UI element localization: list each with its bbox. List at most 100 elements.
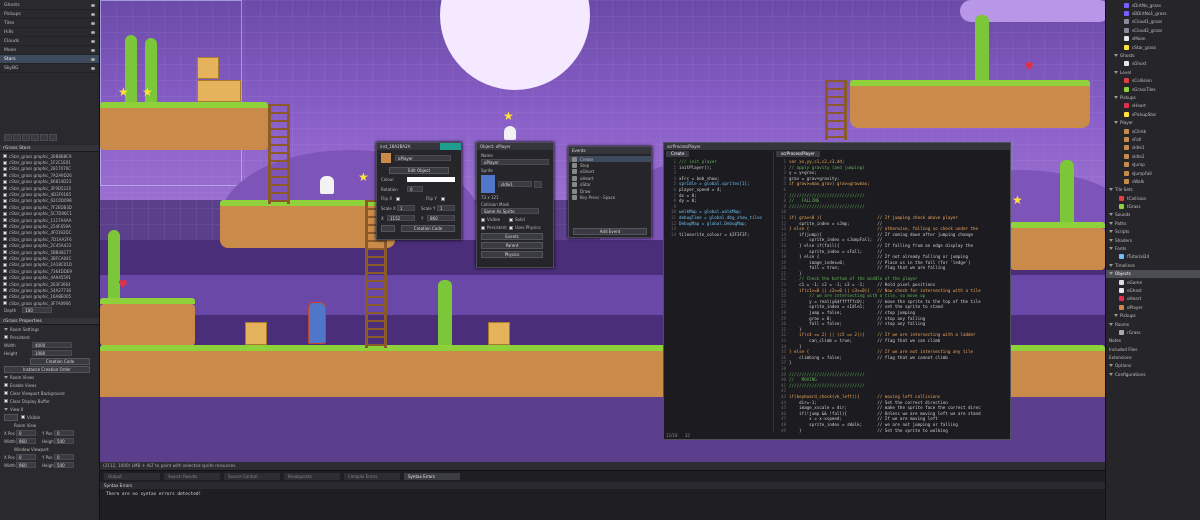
instance-visible-checkbox[interactable] <box>3 256 7 261</box>
instance-visible-checkbox[interactable] <box>3 294 7 299</box>
asset-item[interactable]: Shaders <box>1106 236 1200 244</box>
asset-item[interactable]: sIdle2 <box>1106 152 1200 160</box>
asset-item[interactable]: Rooms <box>1106 320 1200 328</box>
room-width-field[interactable]: 4000 <box>32 342 72 349</box>
expand-caret-icon[interactable] <box>1109 188 1113 192</box>
port-xpos-field[interactable]: 0 <box>16 454 36 461</box>
instance-visible-checkbox[interactable] <box>3 192 7 197</box>
instance-visible-checkbox[interactable] <box>3 224 7 229</box>
create-code-text[interactable]: 1/// init player 2 initPlayer(); 3 4 xFrc = b… <box>666 157 773 237</box>
asset-item[interactable]: Paths <box>1106 219 1200 227</box>
expand-caret-icon[interactable] <box>1109 230 1113 234</box>
layer-item[interactable]: Stars <box>0 55 99 64</box>
physics-button[interactable]: Physics <box>481 251 543 258</box>
asset-item[interactable]: Options <box>1106 362 1200 370</box>
asset-item[interactable]: Pickups <box>1106 311 1200 319</box>
view-ypos-field[interactable]: 0 <box>54 430 74 437</box>
sprite-select[interactable]: sIdle1 <box>498 181 532 187</box>
expand-caret-icon[interactable] <box>1114 95 1118 99</box>
add-instance-layer-button[interactable] <box>22 133 30 141</box>
events-window-title[interactable]: Events <box>569 147 651 154</box>
layer-item[interactable]: Ghosts <box>0 1 99 10</box>
uses-physics-checkbox[interactable] <box>509 225 513 230</box>
asset-item[interactable]: sWalk <box>1106 177 1200 185</box>
visibility-eye-icon[interactable] <box>91 30 95 34</box>
asset-item[interactable]: Timelines <box>1106 261 1200 269</box>
instance-visible-checkbox[interactable] <box>3 166 7 171</box>
asset-item[interactable]: Configurations <box>1106 370 1200 378</box>
asset-item[interactable]: Pickups <box>1106 93 1200 101</box>
instance-visible-checkbox[interactable] <box>3 243 7 248</box>
visibility-eye-icon[interactable] <box>91 21 95 25</box>
instance-visible-checkbox[interactable] <box>3 262 7 267</box>
instance-visible-checkbox[interactable] <box>3 160 7 165</box>
add-layer-button[interactable] <box>4 133 12 141</box>
flipy-checkbox[interactable] <box>441 196 445 201</box>
expand-caret-icon[interactable] <box>1109 372 1113 376</box>
port-width-field[interactable]: 960 <box>16 462 36 469</box>
scalex-field[interactable]: 1 <box>397 205 415 211</box>
view-visible-checkbox[interactable] <box>21 415 25 420</box>
expand-caret-icon[interactable] <box>1109 213 1113 217</box>
instance-visible-checkbox[interactable] <box>3 275 7 280</box>
output-tab[interactable]: Source Control <box>224 473 280 480</box>
asset-item[interactable]: oHeart <box>1106 295 1200 303</box>
add-event-button[interactable]: Add Event <box>573 228 647 235</box>
asset-item[interactable]: sDirtNo_grass <box>1106 1 1200 9</box>
instance-visible-checkbox[interactable] <box>3 173 7 178</box>
player-sprite[interactable] <box>308 302 326 344</box>
parent-button[interactable]: Parent <box>481 242 543 249</box>
solid-checkbox[interactable] <box>509 217 513 222</box>
output-tab[interactable]: Breakpoints <box>284 473 340 480</box>
visibility-eye-icon[interactable] <box>91 3 95 7</box>
visible-checkbox[interactable] <box>481 217 485 222</box>
rotation-field[interactable]: 0 <box>407 186 423 192</box>
add-path-layer-button[interactable] <box>40 133 48 141</box>
asset-item[interactable]: sGrassTiles <box>1106 85 1200 93</box>
scaley-field[interactable]: 1 <box>437 205 455 211</box>
instance-visible-checkbox[interactable] <box>3 211 7 216</box>
asset-item[interactable]: sJump <box>1106 160 1200 168</box>
asset-item[interactable]: Tile Sets <box>1106 186 1200 194</box>
instance-visible-checkbox[interactable] <box>3 250 7 255</box>
instance-visible-checkbox[interactable] <box>3 179 7 184</box>
instance-visible-checkbox[interactable] <box>3 205 7 210</box>
collision-mask-select[interactable]: Same As Sprite <box>481 208 539 214</box>
asset-item[interactable]: fTutorial24 <box>1106 253 1200 261</box>
asset-item[interactable]: tGrass <box>1106 202 1200 210</box>
add-asset-layer-button[interactable] <box>31 133 39 141</box>
output-tab[interactable]: Syntax Errors <box>404 473 460 480</box>
instance-object-field[interactable]: oPlayer <box>395 155 451 161</box>
instance-visible-checkbox[interactable] <box>3 154 7 159</box>
asset-item[interactable]: sGhost <box>1106 60 1200 68</box>
asset-item[interactable]: sMoon <box>1106 35 1200 43</box>
events-button[interactable]: Events <box>481 233 543 240</box>
instance-creation-code-button[interactable]: Creation Code <box>401 225 455 232</box>
clear-viewport-checkbox[interactable] <box>4 391 8 396</box>
layer-item[interactable]: Moon <box>0 46 99 55</box>
edit-object-button[interactable]: Edit Object <box>389 167 449 174</box>
asset-item[interactable]: Extensions <box>1106 353 1200 361</box>
script-tab[interactable]: scrProcessPlayer <box>776 151 820 157</box>
asset-item[interactable]: Objects <box>1106 269 1200 278</box>
layer-item[interactable]: Tiles <box>0 19 99 28</box>
clear-display-checkbox[interactable] <box>4 399 8 404</box>
visibility-eye-icon[interactable] <box>91 39 95 43</box>
instance-visible-checkbox[interactable] <box>3 218 7 223</box>
asset-item[interactable]: Notes <box>1106 337 1200 345</box>
script-code-text[interactable]: 1 var xx,yy,c1,c2,c3,dd; 2// apply gravity… <box>776 157 1008 433</box>
asset-item[interactable]: Ghosts <box>1106 51 1200 59</box>
expand-caret-icon[interactable] <box>1114 54 1118 58</box>
expand-caret-icon[interactable] <box>1109 238 1113 242</box>
output-tab[interactable]: Output <box>104 473 160 480</box>
flipx-checkbox[interactable] <box>396 196 400 201</box>
code-editor-title[interactable]: scrProcessPlayer <box>664 143 1010 150</box>
asset-item[interactable]: Sounds <box>1106 211 1200 219</box>
output-tab[interactable]: Search Results <box>164 473 220 480</box>
asset-item[interactable]: oGame <box>1106 278 1200 286</box>
visibility-eye-icon[interactable] <box>91 48 95 52</box>
asset-item[interactable]: sClimb <box>1106 127 1200 135</box>
asset-item[interactable]: sJumpFall <box>1106 169 1200 177</box>
instance-variables-button[interactable] <box>381 225 395 232</box>
asset-item[interactable]: sIdle1 <box>1106 144 1200 152</box>
